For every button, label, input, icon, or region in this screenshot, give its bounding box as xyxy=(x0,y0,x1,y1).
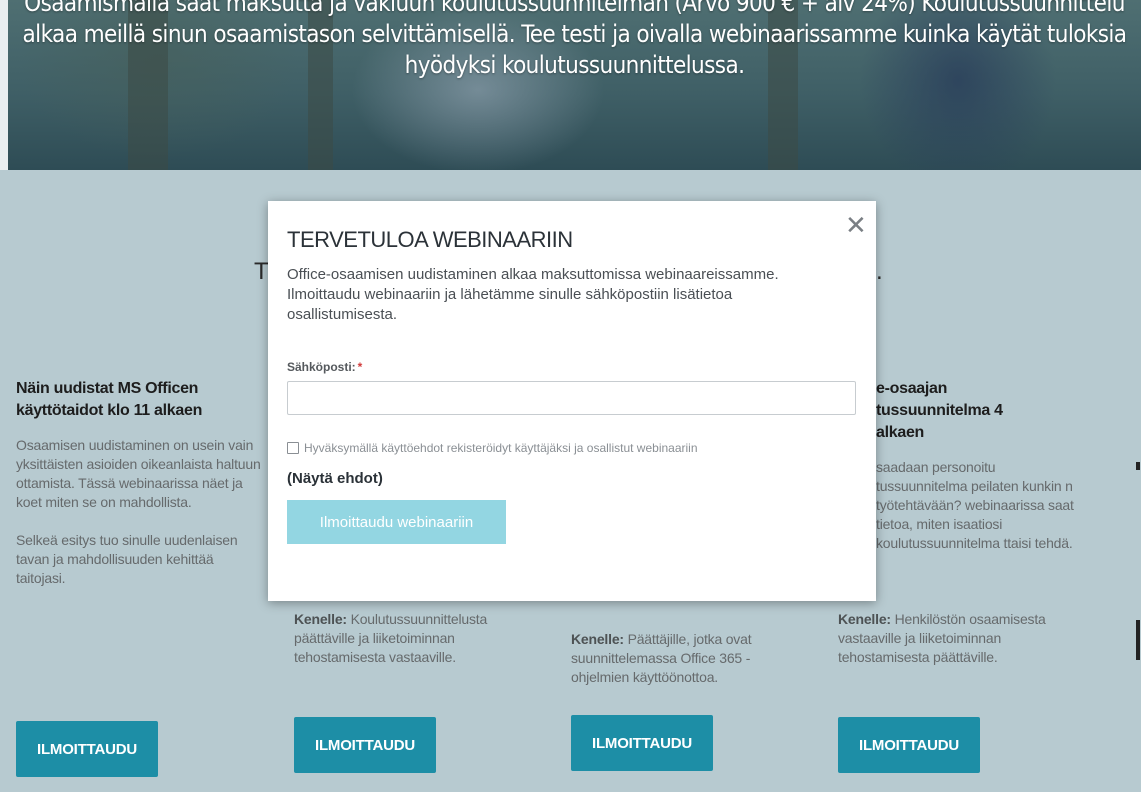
edge-marker xyxy=(1136,462,1140,470)
hero-text-line: alkaa meillä sinun osaamistason selvittä… xyxy=(22,20,1127,48)
left-edge-strip xyxy=(0,0,8,170)
email-label: Sähköposti: * xyxy=(287,360,362,374)
close-icon[interactable]: ✕ xyxy=(845,213,867,239)
webinar-card-2: Kenelle: Koulutussuunnittelusta päättävi… xyxy=(294,610,529,667)
register-button-1[interactable]: ILMOITTAUDU xyxy=(16,721,158,777)
section-title-end: . xyxy=(876,258,883,285)
section-title: T xyxy=(254,258,269,285)
register-button-4[interactable]: ILMOITTAUDU xyxy=(838,717,980,773)
card-audience: Kenelle: Päättäjille, jotka ovat suunnit… xyxy=(571,630,801,687)
show-terms-link[interactable]: (Näytä ehdot) xyxy=(287,470,383,487)
terms-checkbox[interactable] xyxy=(287,442,299,454)
modal-title: TERVETULOA WEBINAARIIN xyxy=(287,227,573,252)
webinar-card-1: Näin uudistat MS Officen käyttötaidot kl… xyxy=(16,378,266,588)
required-mark: * xyxy=(357,360,363,374)
webinar-card-3: Kenelle: Päättäjille, jotka ovat suunnit… xyxy=(571,630,801,687)
audience-label: Kenelle: xyxy=(294,611,347,627)
hero-text-line: Osaamismalla saat maksutta ja vakluun ko… xyxy=(24,0,1125,17)
webinar-signup-modal: ✕ TERVETULOA WEBINAARIIN Office-osaamise… xyxy=(268,201,876,601)
submit-webinar-button[interactable]: Ilmoittaudu webinaariin xyxy=(287,500,506,544)
edge-marker xyxy=(1136,620,1140,660)
webinar-card-4-audience: Kenelle: Henkilöstön osaamisesta vastaav… xyxy=(838,610,1068,667)
audience-label: Kenelle: xyxy=(571,631,624,647)
card-audience: Kenelle: Koulutussuunnittelusta päättävi… xyxy=(294,610,529,667)
card-description: saadaan personoitu tussuunnitelma peilat… xyxy=(876,459,1074,551)
modal-description: Office-osaamisen uudistaminen alkaa maks… xyxy=(287,266,779,323)
card-audience: Kenelle: Henkilöstön osaamisesta vastaav… xyxy=(838,610,1068,667)
register-button-2[interactable]: ILMOITTAUDU xyxy=(294,717,436,773)
card-description: Selkeä esitys tuo sinulle uudenlaisen ta… xyxy=(16,532,238,586)
terms-checkbox-label: Hyväksymällä käyttöehdot rekisteröidyt k… xyxy=(304,441,698,455)
hero-banner: Osaamismalla saat maksutta ja vakluun ko… xyxy=(8,0,1141,170)
hero-text: Osaamismalla saat maksutta ja vakluun ko… xyxy=(8,0,1141,81)
card-title: e-osaajan tussuunnitelma 4 alkaen xyxy=(876,380,1003,441)
card-description: Osaamisen uudistaminen on usein vain yks… xyxy=(16,437,261,510)
register-button-3[interactable]: ILMOITTAUDU xyxy=(571,715,713,771)
hero-text-line: hyödyksi koulutussuunnittelussa. xyxy=(404,51,745,79)
card-title: Näin uudistat MS Officen käyttötaidot kl… xyxy=(16,380,203,419)
terms-row: Hyväksymällä käyttöehdot rekisteröidyt k… xyxy=(287,441,698,455)
webinar-card-4: e-osaajan tussuunnitelma 4 alkaen saadaa… xyxy=(876,378,1076,553)
email-label-text: Sähköposti: xyxy=(287,360,356,374)
email-input[interactable] xyxy=(287,381,856,415)
audience-label: Kenelle: xyxy=(838,611,891,627)
